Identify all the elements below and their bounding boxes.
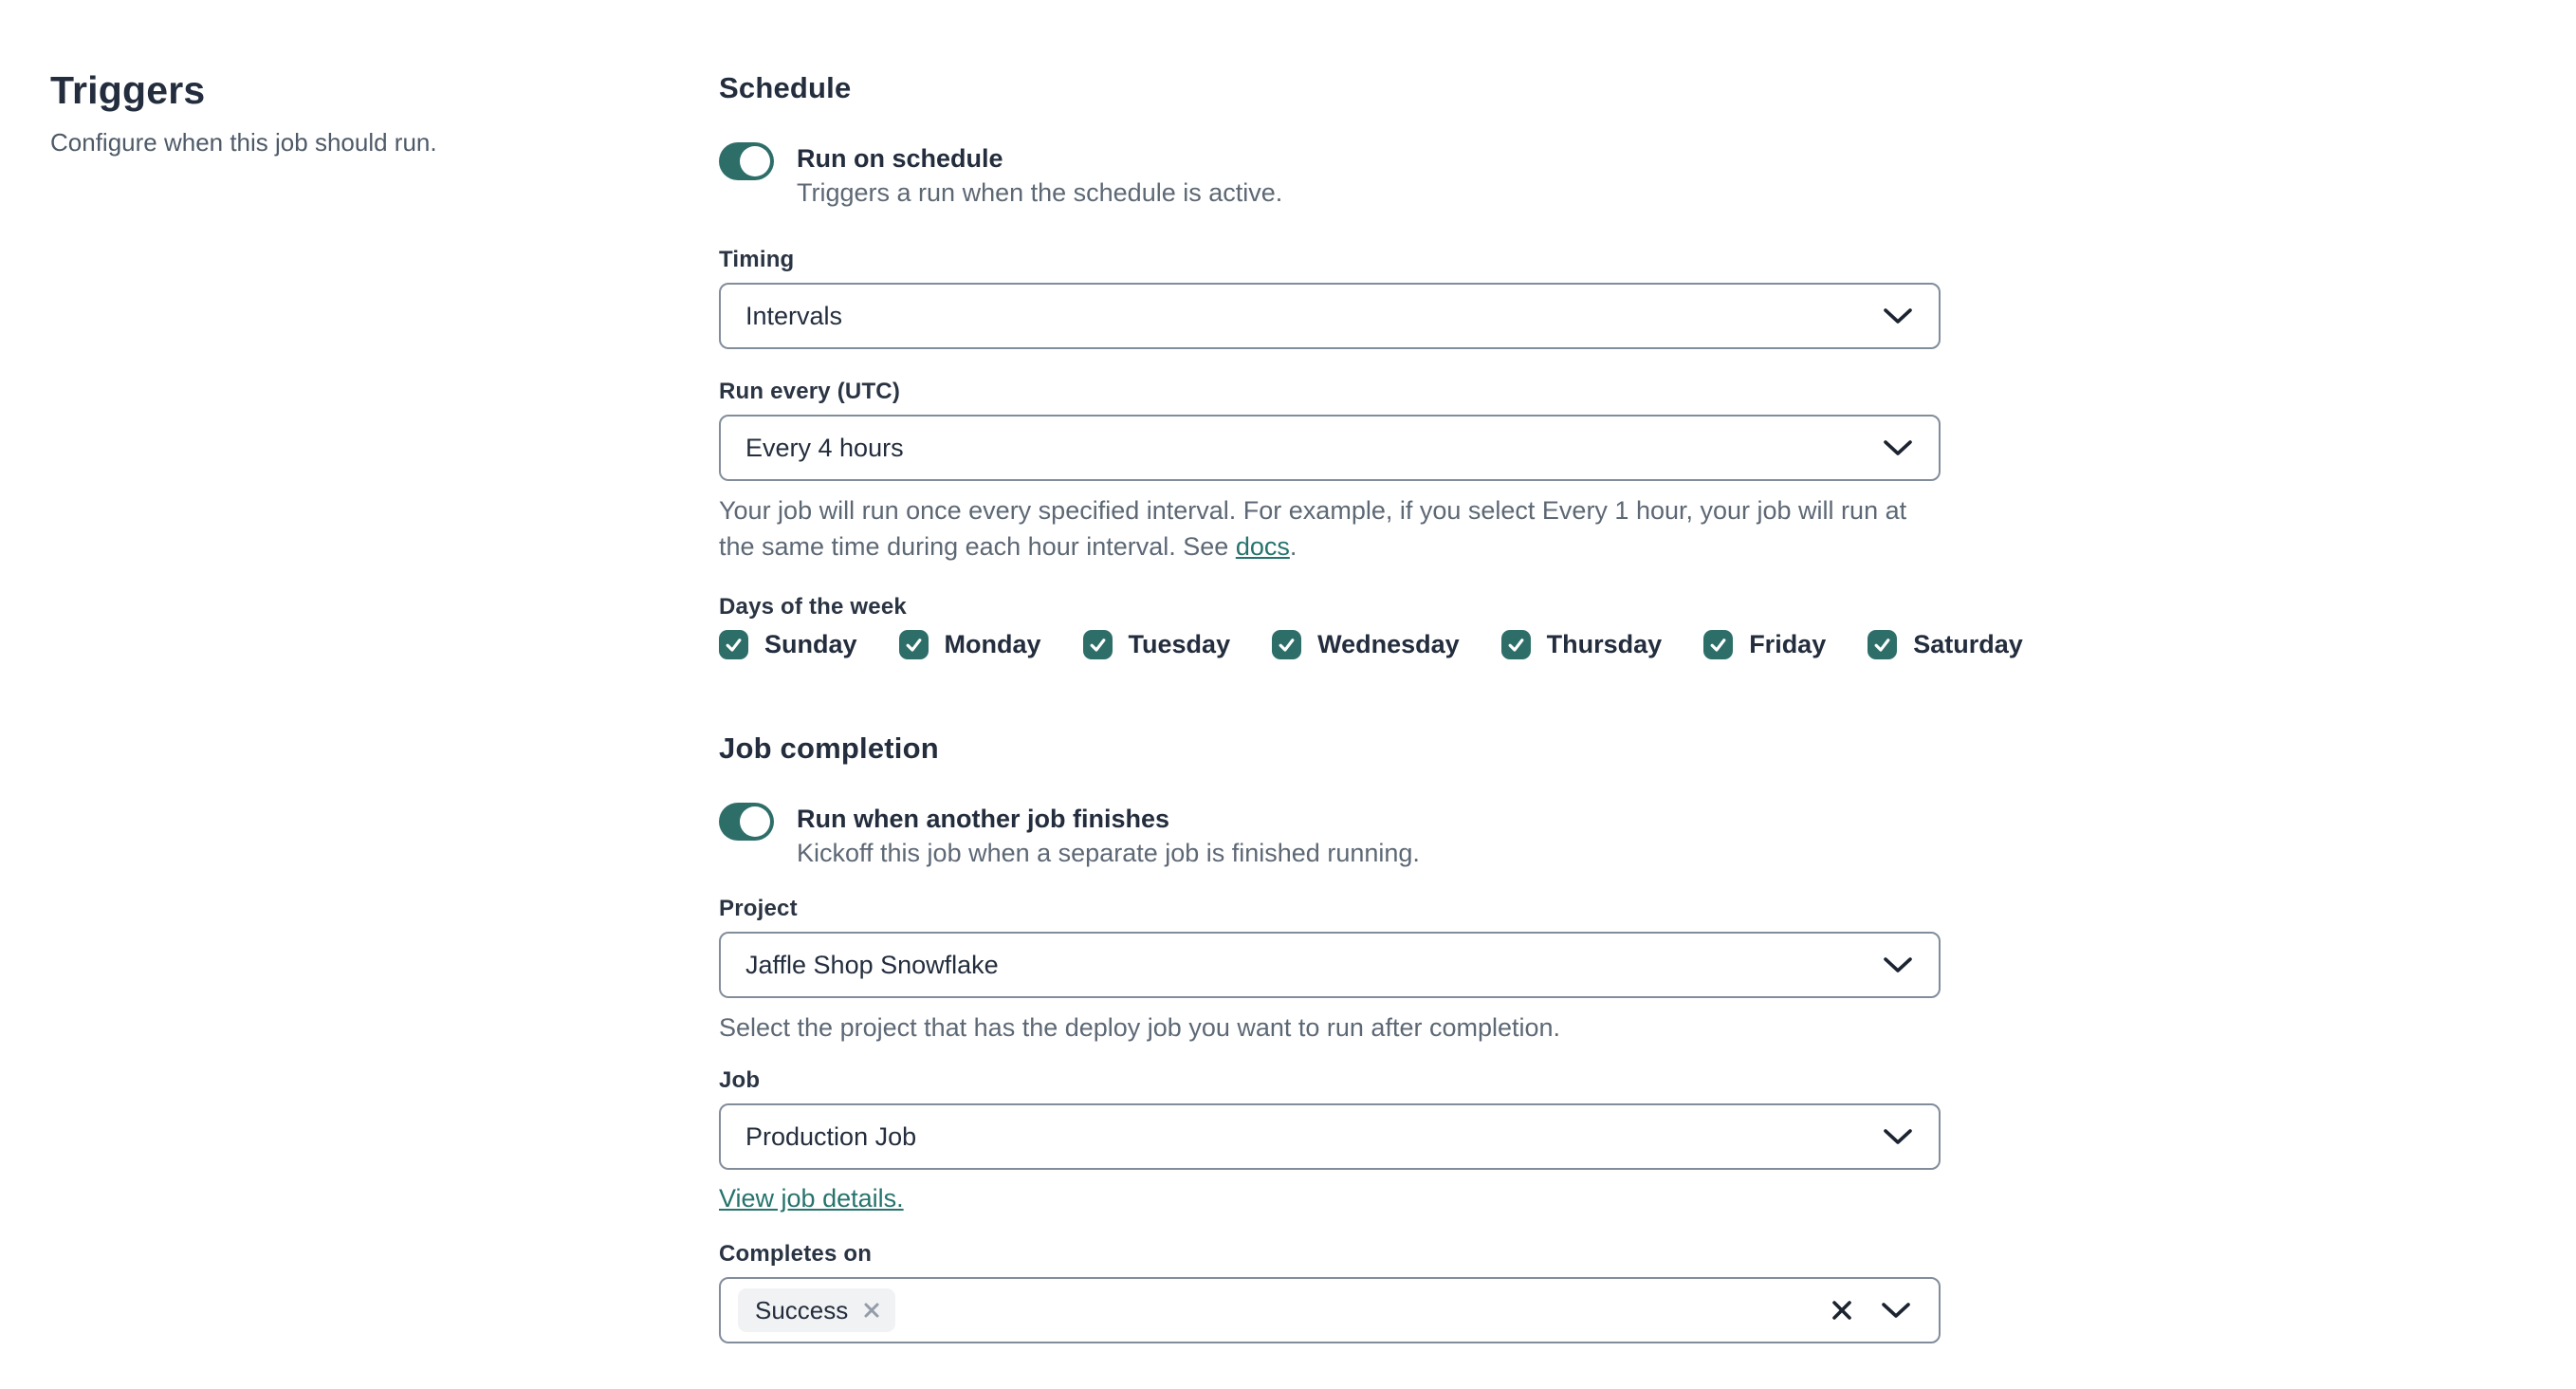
checkbox-saturday[interactable] (1868, 630, 1898, 659)
checkmark-icon (1279, 639, 1295, 652)
day-item-sunday: Sunday (719, 630, 857, 659)
completes-on-label: Completes on (719, 1241, 873, 1267)
toggle-knob (740, 806, 770, 837)
run-every-field-group: Run every (UTC) Every 4 hours Your job w… (719, 378, 1941, 565)
triggers-settings-panel: Schedule Run on schedule Triggers a run … (719, 71, 2023, 1343)
day-label: Monday (944, 630, 1041, 658)
help-text-part: Your job will run once every specified i… (719, 496, 1907, 561)
remove-tag-icon[interactable] (863, 1302, 880, 1319)
day-label: Thursday (1546, 630, 1663, 658)
day-label: Sunday (764, 630, 857, 658)
checkbox-thursday[interactable] (1500, 630, 1531, 659)
job-completion-section: Job completion Run when another job fini… (719, 732, 1941, 1343)
toggle-knob (740, 146, 770, 176)
run-every-label: Run every (UTC) (719, 379, 901, 404)
timing-field-group: Timing Intervals (719, 246, 1941, 349)
checkmark-icon (726, 639, 742, 652)
day-label: Saturday (1913, 630, 2023, 658)
job-select[interactable]: Production Job (719, 1103, 1941, 1170)
project-field-group: Project Jaffle Shop Snowflake Select the… (719, 895, 1941, 1046)
day-label: Tuesday (1128, 630, 1231, 658)
timing-label: Timing (719, 247, 795, 272)
timing-select[interactable]: Intervals (719, 283, 1941, 349)
checkmark-icon (1874, 639, 1890, 652)
checkmark-icon (906, 639, 921, 652)
checkmark-icon (1508, 639, 1524, 652)
success-tag: Success (738, 1288, 896, 1332)
chevron-down-icon (1884, 956, 1912, 972)
timing-select-value: Intervals (745, 301, 843, 330)
day-item-tuesday: Tuesday (1082, 630, 1231, 659)
schedule-heading: Schedule (719, 71, 852, 104)
day-item-saturday: Saturday (1868, 630, 2023, 659)
job-field-group: Job Production Job View job details. (719, 1066, 1941, 1215)
project-help-text: Select the project that has the deploy j… (719, 1013, 1561, 1042)
toggle-text: Run on schedule Triggers a run when the … (797, 141, 1282, 210)
toggle-text: Run when another job finishes Kickoff th… (797, 802, 1420, 870)
job-completion-heading: Job completion (719, 732, 939, 765)
run-on-schedule-row: Run on schedule Triggers a run when the … (719, 141, 1941, 210)
run-on-schedule-description: Triggers a run when the schedule is acti… (797, 178, 1283, 207)
chevron-down-icon (1884, 1128, 1912, 1144)
job-label: Job (719, 1067, 761, 1093)
chevron-down-icon (1884, 307, 1912, 324)
project-select-value: Jaffle Shop Snowflake (745, 950, 999, 979)
chevron-down-icon[interactable] (1882, 1302, 1910, 1319)
page-title: Triggers (50, 68, 206, 112)
multiselect-controls (1831, 1299, 1910, 1322)
help-text-part: . (1289, 532, 1297, 561)
success-tag-text: Success (755, 1295, 849, 1324)
checkbox-sunday[interactable] (719, 630, 748, 659)
day-label: Friday (1749, 630, 1827, 658)
day-label: Wednesday (1317, 630, 1460, 658)
day-item-monday: Monday (898, 630, 1041, 659)
checkbox-monday[interactable] (898, 630, 929, 659)
view-job-details-row: View job details. (719, 1181, 1941, 1215)
run-every-select[interactable]: Every 4 hours (719, 415, 1941, 481)
checkbox-tuesday[interactable] (1082, 630, 1113, 659)
docs-link[interactable]: docs (1236, 532, 1290, 561)
checkmark-icon (1710, 639, 1726, 652)
chevron-down-icon (1884, 439, 1912, 455)
checkbox-friday[interactable] (1703, 630, 1734, 659)
view-job-details-link[interactable]: View job details. (719, 1184, 904, 1213)
run-when-another-job-finishes-label: Run when another job finishes (797, 805, 1170, 833)
project-label: Project (719, 896, 798, 921)
job-select-value: Production Job (745, 1121, 917, 1151)
run-on-schedule-label: Run on schedule (797, 144, 1003, 173)
completes-on-field-group: Completes on Success (719, 1240, 1941, 1343)
schedule-section: Schedule Run on schedule Triggers a run … (719, 71, 2023, 659)
checkmark-icon (1090, 639, 1105, 652)
run-on-schedule-toggle[interactable] (719, 142, 774, 180)
day-item-thursday: Thursday (1500, 630, 1663, 659)
page-subtitle: Configure when this job should run. (50, 128, 437, 157)
clear-selection-icon[interactable] (1831, 1299, 1853, 1322)
days-of-week-group: Days of the week Sunday Monday Tuesday W… (719, 593, 2023, 659)
run-every-help-text: Your job will run once every specified i… (719, 492, 1923, 565)
checkbox-wednesday[interactable] (1272, 630, 1302, 659)
completes-on-multiselect[interactable]: Success (719, 1277, 1941, 1343)
run-when-another-job-finishes-row: Run when another job finishes Kickoff th… (719, 802, 1941, 870)
project-select[interactable]: Jaffle Shop Snowflake (719, 932, 1941, 998)
run-when-another-job-finishes-description: Kickoff this job when a separate job is … (797, 839, 1420, 867)
day-item-wednesday: Wednesday (1272, 630, 1460, 659)
run-when-another-job-finishes-toggle[interactable] (719, 803, 774, 841)
day-item-friday: Friday (1703, 630, 1826, 659)
days-of-week-label: Days of the week (719, 594, 907, 620)
run-every-select-value: Every 4 hours (745, 433, 904, 462)
triggers-sidebar: Triggers Configure when this job should … (50, 68, 657, 157)
days-of-week-row: Sunday Monday Tuesday Wednesday Thursday (719, 630, 2023, 659)
